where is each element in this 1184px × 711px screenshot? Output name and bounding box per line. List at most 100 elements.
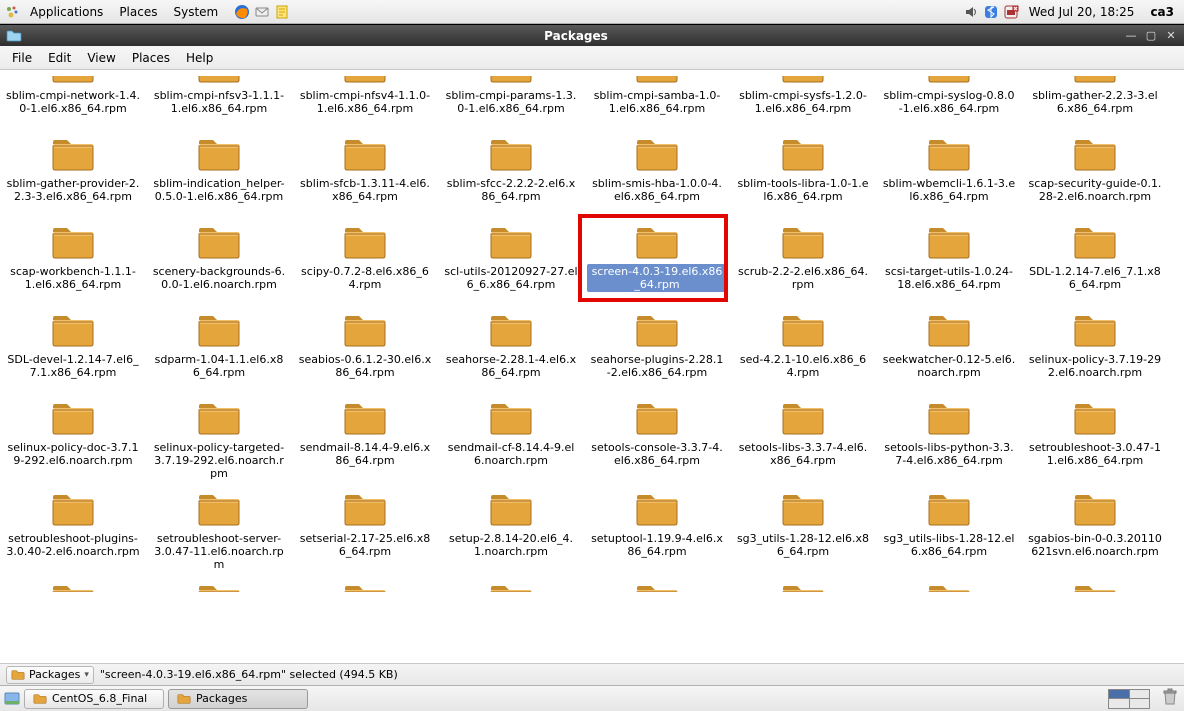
file-item[interactable]: sblim-sfcc-2.2.2-2.el6.x86_64.rpm xyxy=(438,132,584,220)
file-item[interactable]: sed-4.2.1-10.el6.x86_64.rpm xyxy=(730,308,876,396)
maximize-button[interactable]: ▢ xyxy=(1144,29,1158,43)
file-item[interactable]: sblim-cmpi-nfsv4-1.1.0-1.el6.x86_64.rpm xyxy=(292,74,438,132)
file-item[interactable]: scenery-backgrounds-6.0.0-1.el6.noarch.r… xyxy=(146,220,292,308)
file-item[interactable]: setserial-2.17-25.el6.x86_64.rpm xyxy=(292,487,438,578)
file-item[interactable]: scl-utils-20120927-27.el6_6.x86_64.rpm xyxy=(438,220,584,308)
workspace-switcher[interactable] xyxy=(1108,689,1150,709)
network-icon[interactable] xyxy=(1003,4,1019,20)
taskbar-item-packages[interactable]: Packages xyxy=(168,689,308,709)
file-item[interactable]: setroubleshoot-server-3.0.47-11.el6.noar… xyxy=(146,487,292,578)
file-item[interactable]: sblim-sfcb-1.3.11-4.el6.x86_64.rpm xyxy=(292,132,438,220)
file-item[interactable] xyxy=(146,578,292,592)
menu-help[interactable]: Help xyxy=(178,49,221,67)
window-title: Packages xyxy=(28,29,1124,43)
file-item[interactable]: scsi-target-utils-1.0.24-18.el6.x86_64.r… xyxy=(876,220,1022,308)
icon-view[interactable]: sblim-cmpi-network-1.4.0-1.el6.x86_64.rp… xyxy=(0,70,1184,663)
file-item[interactable]: sblim-wbemcli-1.6.1-3.el6.x86_64.rpm xyxy=(876,132,1022,220)
file-item[interactable]: sblim-smis-hba-1.0.0-4.el6.x86_64.rpm xyxy=(584,132,730,220)
taskbar-item-centos[interactable]: CentOS_6.8_Final xyxy=(24,689,164,709)
file-label: sblim-smis-hba-1.0.0-4.el6.x86_64.rpm xyxy=(587,176,727,204)
file-item[interactable]: scrub-2.2-2.el6.x86_64.rpm xyxy=(730,220,876,308)
file-item[interactable] xyxy=(730,578,876,592)
panel-applications-menu[interactable]: Applications xyxy=(24,3,109,21)
file-item[interactable] xyxy=(876,578,1022,592)
file-item[interactable]: sblim-gather-provider-2.2.3-3.el6.x86_64… xyxy=(0,132,146,220)
file-item[interactable]: setuptool-1.19.9-4.el6.x86_64.rpm xyxy=(584,487,730,578)
file-item[interactable] xyxy=(292,578,438,592)
bluetooth-icon[interactable] xyxy=(983,4,999,20)
file-item[interactable] xyxy=(1022,578,1168,592)
notes-launcher-icon[interactable] xyxy=(274,4,290,20)
file-item[interactable]: seekwatcher-0.12-5.el6.noarch.rpm xyxy=(876,308,1022,396)
file-item[interactable]: setools-libs-3.3.7-4.el6.x86_64.rpm xyxy=(730,396,876,487)
show-desktop-icon[interactable] xyxy=(4,691,20,707)
file-item[interactable]: seabios-0.6.1.2-30.el6.x86_64.rpm xyxy=(292,308,438,396)
file-item[interactable]: sendmail-8.14.4-9.el6.x86_64.rpm xyxy=(292,396,438,487)
file-item[interactable]: setools-console-3.3.7-4.el6.x86_64.rpm xyxy=(584,396,730,487)
file-item[interactable]: seahorse-plugins-2.28.1-2.el6.x86_64.rpm xyxy=(584,308,730,396)
menu-edit[interactable]: Edit xyxy=(40,49,79,67)
file-item[interactable]: scap-workbench-1.1.1-1.el6.x86_64.rpm xyxy=(0,220,146,308)
file-label: scipy-0.7.2-8.el6.x86_64.rpm xyxy=(295,264,435,292)
close-button[interactable]: ✕ xyxy=(1164,29,1178,43)
window-titlebar[interactable]: Packages — ▢ ✕ xyxy=(0,24,1184,46)
package-icon xyxy=(633,76,681,86)
file-item[interactable]: setroubleshoot-plugins-3.0.40-2.el6.noar… xyxy=(0,487,146,578)
volume-icon[interactable] xyxy=(963,4,979,20)
file-item[interactable]: sblim-cmpi-params-1.3.0-1.el6.x86_64.rpm xyxy=(438,74,584,132)
file-label: sg3_utils-1.28-12.el6.x86_64.rpm xyxy=(733,531,873,559)
clock[interactable]: Wed Jul 20, 18:25 xyxy=(1023,5,1141,19)
menu-view[interactable]: View xyxy=(79,49,123,67)
file-item[interactable]: seahorse-2.28.1-4.el6.x86_64.rpm xyxy=(438,308,584,396)
panel-system-menu[interactable]: System xyxy=(167,3,224,21)
package-icon xyxy=(633,222,681,262)
package-icon xyxy=(779,310,827,350)
menu-places[interactable]: Places xyxy=(124,49,178,67)
package-icon xyxy=(925,222,973,262)
firefox-launcher-icon[interactable] xyxy=(234,4,250,20)
file-item[interactable]: selinux-policy-3.7.19-292.el6.noarch.rpm xyxy=(1022,308,1168,396)
file-item[interactable]: SDL-1.2.14-7.el6_7.1.x86_64.rpm xyxy=(1022,220,1168,308)
file-item[interactable]: scap-security-guide-0.1.28-2.el6.noarch.… xyxy=(1022,132,1168,220)
file-item[interactable]: SDL-devel-1.2.14-7.el6_7.1.x86_64.rpm xyxy=(0,308,146,396)
file-item[interactable] xyxy=(438,578,584,592)
file-item[interactable]: setools-libs-python-3.3.7-4.el6.x86_64.r… xyxy=(876,396,1022,487)
package-icon xyxy=(195,489,243,529)
file-item[interactable]: sg3_utils-libs-1.28-12.el6.x86_64.rpm xyxy=(876,487,1022,578)
file-label: seahorse-plugins-2.28.1-2.el6.x86_64.rpm xyxy=(587,352,727,380)
file-label: sblim-indication_helper-0.5.0-1.el6.x86_… xyxy=(149,176,289,204)
email-launcher-icon[interactable] xyxy=(254,4,270,20)
file-item[interactable]: sgabios-bin-0-0.3.20110621svn.el6.noarch… xyxy=(1022,487,1168,578)
file-item[interactable]: sblim-gather-2.2.3-3.el6.x86_64.rpm xyxy=(1022,74,1168,132)
file-item[interactable]: sblim-cmpi-network-1.4.0-1.el6.x86_64.rp… xyxy=(0,74,146,132)
file-item[interactable]: sblim-cmpi-nfsv3-1.1.1-1.el6.x86_64.rpm xyxy=(146,74,292,132)
file-item[interactable]: selinux-policy-doc-3.7.19-292.el6.noarch… xyxy=(0,396,146,487)
file-item[interactable]: sblim-tools-libra-1.0-1.el6.x86_64.rpm xyxy=(730,132,876,220)
package-icon xyxy=(487,580,535,592)
user-menu[interactable]: ca3 xyxy=(1144,5,1180,19)
file-item[interactable] xyxy=(0,578,146,592)
package-icon xyxy=(1071,134,1119,174)
file-item[interactable]: sblim-cmpi-samba-1.0-1.el6.x86_64.rpm xyxy=(584,74,730,132)
file-item[interactable]: setroubleshoot-3.0.47-11.el6.x86_64.rpm xyxy=(1022,396,1168,487)
menu-file[interactable]: File xyxy=(4,49,40,67)
file-item[interactable]: sblim-cmpi-sysfs-1.2.0-1.el6.x86_64.rpm xyxy=(730,74,876,132)
file-item[interactable]: sblim-cmpi-syslog-0.8.0-1.el6.x86_64.rpm xyxy=(876,74,1022,132)
package-icon xyxy=(1071,76,1119,86)
trash-icon[interactable] xyxy=(1160,687,1180,710)
file-label: sblim-sfcb-1.3.11-4.el6.x86_64.rpm xyxy=(295,176,435,204)
location-combo[interactable]: Packages ▾ xyxy=(6,666,94,684)
panel-places-menu[interactable]: Places xyxy=(113,3,163,21)
file-item[interactable]: selinux-policy-targeted-3.7.19-292.el6.n… xyxy=(146,396,292,487)
file-item[interactable]: scipy-0.7.2-8.el6.x86_64.rpm xyxy=(292,220,438,308)
file-label: setools-libs-3.3.7-4.el6.x86_64.rpm xyxy=(733,440,873,468)
file-item[interactable]: sblim-indication_helper-0.5.0-1.el6.x86_… xyxy=(146,132,292,220)
file-item[interactable]: sendmail-cf-8.14.4-9.el6.noarch.rpm xyxy=(438,396,584,487)
file-item[interactable] xyxy=(584,578,730,592)
file-item[interactable]: screen-4.0.3-19.el6.x86_64.rpm xyxy=(584,220,730,308)
file-item[interactable]: setup-2.8.14-20.el6_4.1.noarch.rpm xyxy=(438,487,584,578)
file-item[interactable]: sdparm-1.04-1.1.el6.x86_64.rpm xyxy=(146,308,292,396)
file-label: scap-security-guide-0.1.28-2.el6.noarch.… xyxy=(1025,176,1165,204)
file-item[interactable]: sg3_utils-1.28-12.el6.x86_64.rpm xyxy=(730,487,876,578)
minimize-button[interactable]: — xyxy=(1124,29,1138,43)
